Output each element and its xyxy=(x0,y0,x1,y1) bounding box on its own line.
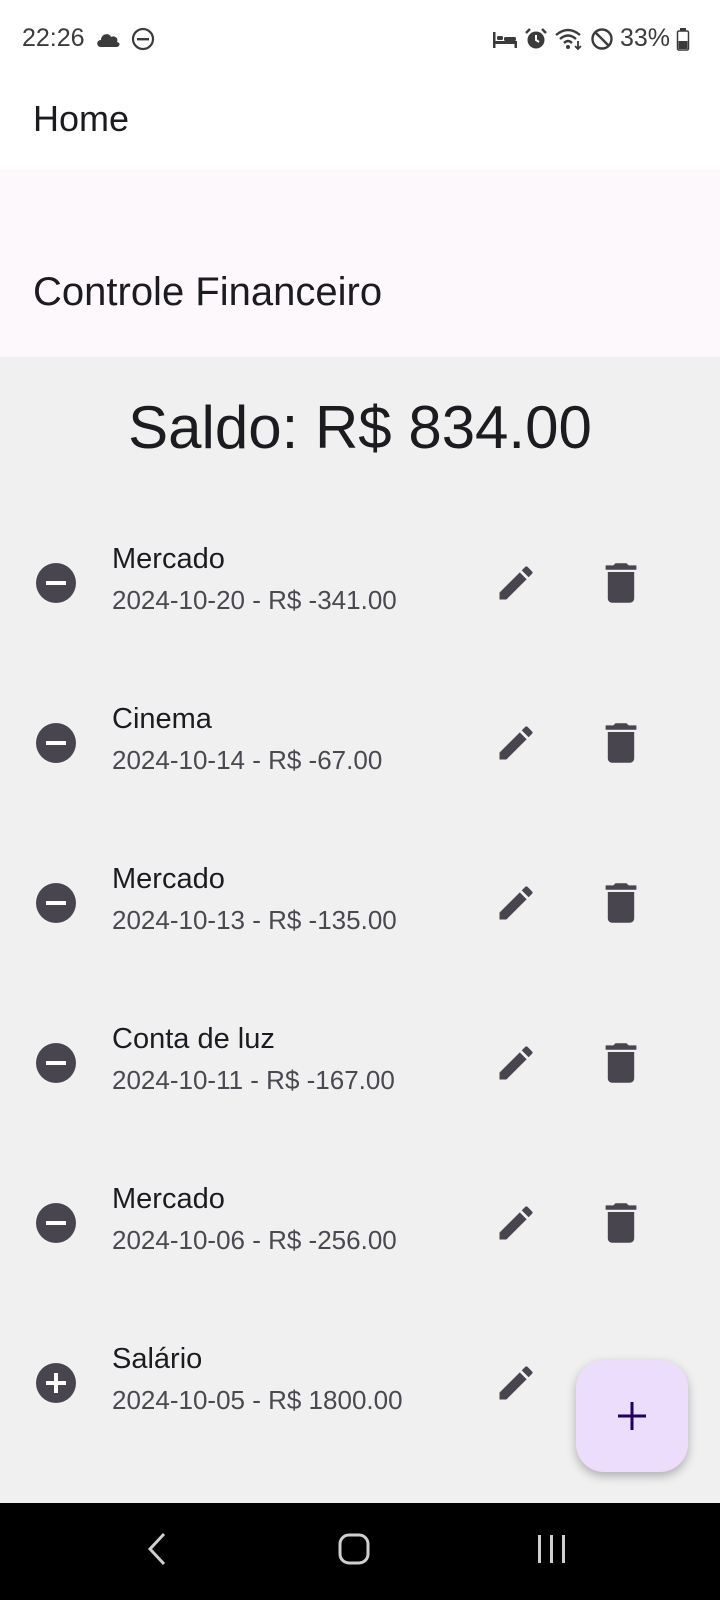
transaction-subtitle: 2024-10-14 - R$ -67.00 xyxy=(112,745,383,775)
header-section: Controle Financeiro xyxy=(0,170,720,357)
trash-icon xyxy=(605,1043,637,1083)
pencil-icon xyxy=(499,886,533,920)
plus-circle-icon xyxy=(35,1362,77,1404)
edit-button[interactable] xyxy=(494,1201,538,1245)
status-right: 33% xyxy=(492,24,690,53)
transaction-subtitle: 2024-10-06 - R$ -256.00 xyxy=(112,1225,397,1255)
transaction-subtitle: 2024-10-20 - R$ -341.00 xyxy=(112,585,397,615)
transaction-title: Cinema xyxy=(112,703,212,735)
home-icon xyxy=(338,1533,370,1565)
minus-circle-icon xyxy=(35,562,77,604)
transaction-list: Mercado 2024-10-20 - R$ -341.00 Cinema 2024… xyxy=(0,505,720,1465)
trash-icon xyxy=(605,723,637,763)
trash-icon xyxy=(605,1203,637,1243)
transaction-title: Conta de luz xyxy=(112,1023,275,1055)
transaction-row[interactable]: Mercado 2024-10-06 - R$ -256.00 xyxy=(0,1145,720,1305)
delete-button[interactable] xyxy=(601,721,641,765)
minus-circle-icon xyxy=(35,1042,77,1084)
minus-circle-icon xyxy=(35,882,77,924)
app-bar: Home xyxy=(0,80,720,170)
clock: 22:26 xyxy=(22,24,85,52)
blocked-icon xyxy=(590,27,614,51)
transaction-subtitle: 2024-10-11 - R$ -167.00 xyxy=(112,1065,395,1095)
bed-icon xyxy=(492,28,518,50)
edit-button[interactable] xyxy=(494,1041,538,1085)
pencil-icon xyxy=(499,1046,533,1080)
transaction-title: Mercado xyxy=(112,543,225,575)
status-bar: 22:26 33% xyxy=(0,0,720,80)
plus-icon xyxy=(618,1402,646,1430)
battery-icon xyxy=(676,27,690,51)
transaction-title: Mercado xyxy=(112,863,225,895)
pencil-icon xyxy=(499,1366,533,1400)
edit-button[interactable] xyxy=(494,1361,538,1405)
transaction-row[interactable]: Conta de luz 2024-10-11 - R$ -167.00 xyxy=(0,985,720,1145)
back-button[interactable] xyxy=(146,1531,168,1572)
edit-button[interactable] xyxy=(494,561,538,605)
delete-button[interactable] xyxy=(601,1201,641,1245)
minus-circle-icon xyxy=(35,722,77,764)
minus-circle-icon xyxy=(35,1202,77,1244)
transaction-row[interactable]: Mercado 2024-10-20 - R$ -341.00 xyxy=(0,505,720,665)
delete-button[interactable] xyxy=(601,1041,641,1085)
trash-icon xyxy=(605,563,637,603)
navigation-bar xyxy=(0,1503,720,1600)
transaction-title: Mercado xyxy=(112,1183,225,1215)
add-transaction-button[interactable] xyxy=(576,1360,688,1472)
edit-button[interactable] xyxy=(494,721,538,765)
pencil-icon xyxy=(499,1206,533,1240)
delete-button[interactable] xyxy=(601,881,641,925)
delete-button[interactable] xyxy=(601,561,641,605)
pencil-icon xyxy=(499,726,533,760)
alarm-icon xyxy=(524,27,548,51)
recents-button[interactable] xyxy=(535,1531,569,1572)
cloud-icon xyxy=(95,30,121,48)
header-title: Controle Financeiro xyxy=(33,270,383,314)
recents-icon xyxy=(538,1535,565,1563)
transaction-row[interactable]: Cinema 2024-10-14 - R$ -67.00 xyxy=(0,665,720,825)
transaction-row[interactable]: Mercado 2024-10-13 - R$ -135.00 xyxy=(0,825,720,985)
battery-percent: 33% xyxy=(619,24,670,52)
pencil-icon xyxy=(499,566,533,600)
page-title: Home xyxy=(33,98,130,139)
back-icon xyxy=(147,1532,166,1566)
transaction-subtitle: 2024-10-13 - R$ -135.00 xyxy=(112,905,397,935)
app-screen: 22:26 33% Home Controle Financeiro Saldo… xyxy=(0,0,720,1600)
balance-text: Saldo: R$ 834.00 xyxy=(128,394,592,461)
wifi-icon xyxy=(554,27,584,51)
status-left: 22:26 xyxy=(22,24,155,53)
transaction-subtitle: 2024-10-05 - R$ 1800.00 xyxy=(112,1385,403,1415)
do-not-disturb-icon xyxy=(131,27,155,51)
edit-button[interactable] xyxy=(494,881,538,925)
home-button[interactable] xyxy=(337,1531,371,1572)
transaction-title: Salário xyxy=(112,1343,203,1375)
trash-icon xyxy=(605,883,637,923)
